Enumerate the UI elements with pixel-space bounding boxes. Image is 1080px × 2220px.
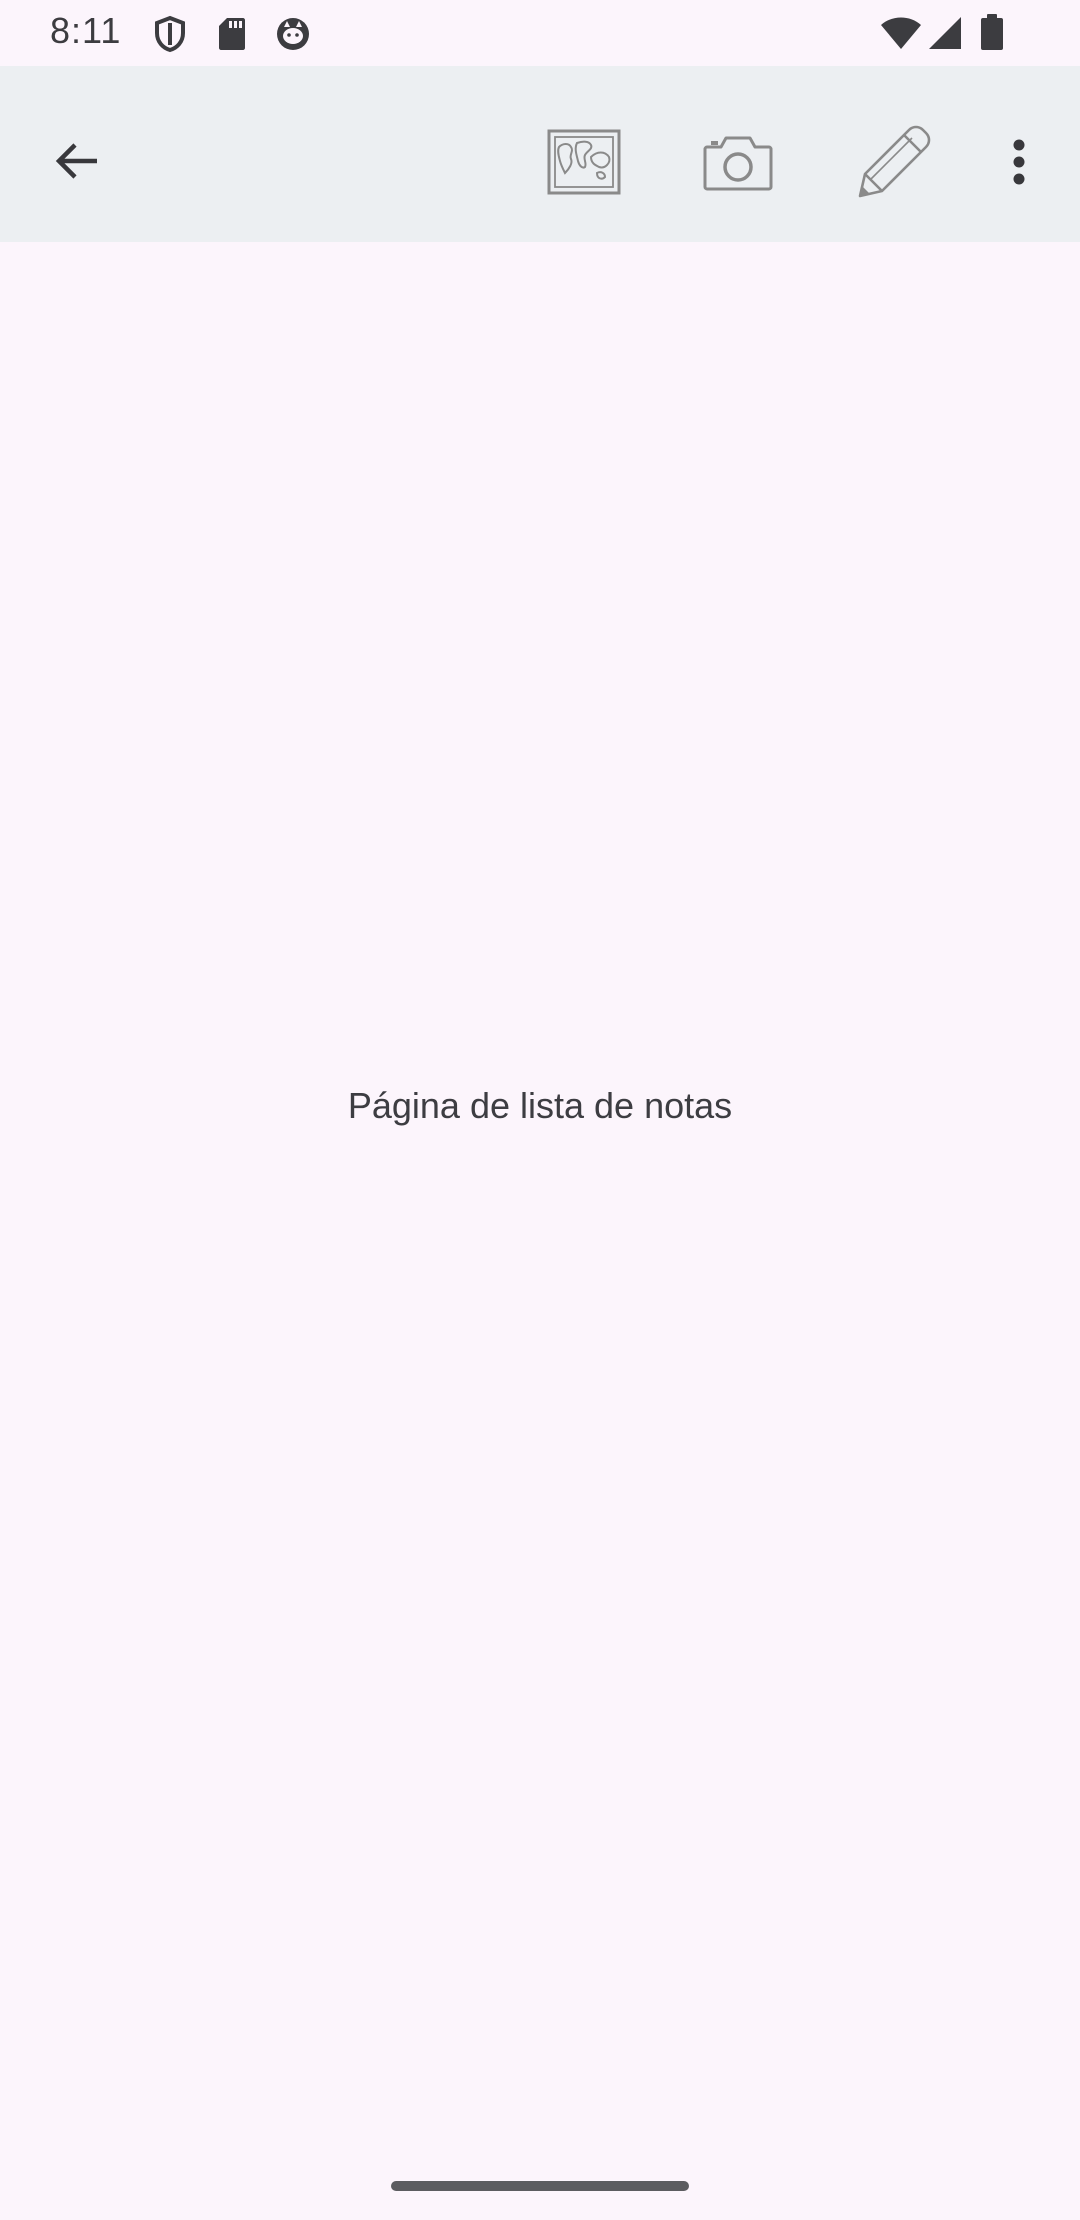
status-bar: 8:11 bbox=[0, 0, 1080, 66]
arrow-back-icon bbox=[55, 143, 97, 179]
take-photo-button[interactable] bbox=[688, 112, 788, 212]
wifi-icon bbox=[881, 17, 921, 49]
gesture-nav-bar[interactable] bbox=[391, 2181, 689, 2191]
back-button[interactable] bbox=[32, 116, 122, 206]
status-time: 8:11 bbox=[50, 10, 122, 51]
edit-button[interactable] bbox=[842, 112, 942, 212]
add-location-button[interactable] bbox=[534, 112, 634, 212]
shield-icon bbox=[155, 15, 185, 53]
cell-signal-icon bbox=[929, 17, 961, 49]
more-options-button[interactable] bbox=[990, 122, 1048, 202]
cat-face-icon bbox=[277, 18, 309, 50]
toolbar bbox=[0, 66, 1080, 242]
sd-card-icon bbox=[219, 18, 245, 50]
battery-icon bbox=[981, 14, 1003, 50]
empty-notes-message: Página de lista de notas bbox=[347, 1085, 733, 1126]
map-icon bbox=[547, 129, 621, 195]
pencil-icon bbox=[858, 125, 931, 198]
more-vert-icon bbox=[1013, 139, 1025, 185]
camera-icon bbox=[703, 136, 773, 191]
